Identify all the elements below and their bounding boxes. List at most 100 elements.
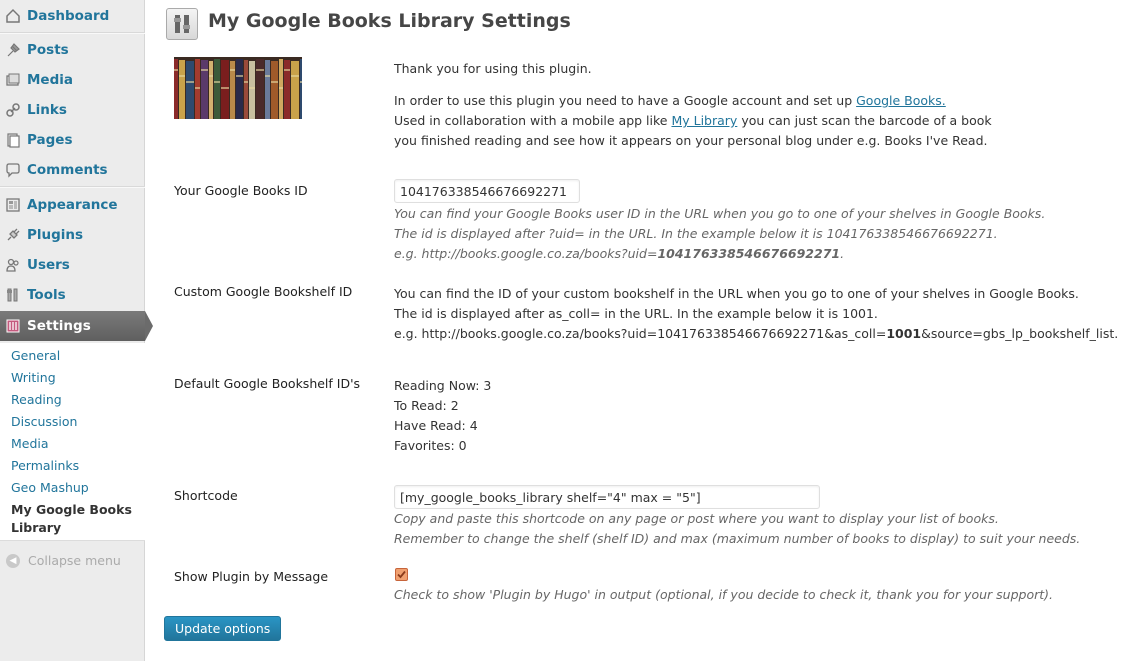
book-spine: [256, 59, 264, 119]
menu-pages[interactable]: Pages: [0, 125, 145, 155]
books-id-desc-1: You can find your Google Books user ID i…: [394, 206, 1046, 221]
book-spine: [300, 59, 305, 119]
menu-label: Tools: [27, 287, 66, 303]
submenu-my-google-books-library[interactable]: My Google Books Library: [11, 501, 141, 537]
submenu-reading[interactable]: Reading: [11, 391, 62, 409]
submenu-geo-mashup[interactable]: Geo Mashup: [11, 479, 89, 497]
intro-line-2: Used in collaboration with a mobile app …: [394, 113, 992, 128]
submenu-permalinks[interactable]: Permalinks: [11, 457, 79, 475]
custom-shelf-line-1: You can find the ID of your custom books…: [394, 286, 1079, 301]
books-id-desc-2: The id is displayed after ?uid= in the U…: [394, 226, 998, 241]
menu-label: Links: [27, 102, 67, 118]
shortcode-input[interactable]: [394, 485, 820, 509]
menu-label: Pages: [27, 132, 73, 148]
comments-icon: [5, 162, 21, 178]
pages-icon: [5, 132, 21, 148]
menu-label: Plugins: [27, 227, 84, 243]
book-spine: [209, 61, 213, 121]
book-spine-band: [271, 81, 278, 83]
menu-links[interactable]: Links: [0, 95, 145, 125]
menu-label: Comments: [27, 162, 108, 178]
links-icon: [5, 102, 21, 118]
intro-line-3: you finished reading and see how it appe…: [394, 133, 988, 148]
book-spine-band: [284, 69, 290, 71]
book-spine: [265, 60, 270, 120]
dashboard-icon: [5, 8, 21, 24]
book-spine-band: [174, 69, 178, 71]
submenu-discussion[interactable]: Discussion: [11, 413, 77, 431]
tools-icon: [5, 287, 21, 303]
my-library-link[interactable]: My Library: [671, 113, 737, 128]
book-spine: [174, 59, 178, 119]
book-spine-band: [186, 81, 194, 83]
menu-comments[interactable]: Comments: [0, 155, 145, 185]
intro-line-2-prefix: Used in collaboration with a mobile app …: [394, 113, 672, 128]
collapse-menu-button[interactable]: ◀ Collapse menu: [6, 553, 121, 568]
submenu-general[interactable]: General: [11, 347, 60, 365]
custom-shelf-line-3: e.g. http://books.google.co.za/books?uid…: [394, 326, 1118, 341]
menu-dashboard[interactable]: Dashboard: [0, 1, 145, 31]
settings-icon: [5, 318, 21, 334]
book-spine-band: [300, 81, 305, 83]
thanks-text: Thank you for using this plugin.: [394, 61, 592, 76]
submenu-writing[interactable]: Writing: [11, 369, 56, 387]
menu-label: Appearance: [27, 197, 118, 213]
book-spine-band: [244, 81, 248, 83]
book-spine: [271, 61, 278, 121]
book-spine-band: [265, 75, 270, 77]
update-options-button[interactable]: Update options: [164, 616, 282, 641]
settings-sliders-icon: [166, 8, 198, 40]
menu-label: Users: [27, 257, 70, 273]
google-books-link[interactable]: Google Books.: [856, 93, 946, 108]
menu-label: Media: [27, 72, 73, 88]
shelf-favorites: Favorites: 0: [394, 438, 467, 453]
settings-submenu: General Writing Reading Discussion Media…: [0, 343, 145, 541]
menu-label: Settings: [27, 318, 91, 334]
menu-settings[interactable]: Settings: [0, 311, 153, 341]
book-spine: [291, 61, 299, 121]
book-spine-band: [279, 87, 283, 89]
posts-pin-icon: [5, 42, 21, 58]
book-spine: [249, 61, 255, 121]
default-shelves-label: Default Google Bookshelf ID's: [174, 376, 361, 391]
book-spine-band: [256, 69, 264, 71]
submenu-media[interactable]: Media: [11, 435, 49, 453]
media-icon: [5, 72, 21, 88]
book-spine-band: [249, 87, 255, 89]
menu-posts[interactable]: Posts: [0, 35, 145, 65]
menu-label: Posts: [27, 42, 69, 58]
google-books-id-input[interactable]: [394, 179, 580, 203]
menu-users[interactable]: Users: [0, 250, 145, 280]
books-id-example-prefix: e.g. http://books.google.co.za/books?uid…: [394, 246, 658, 261]
page-title: My Google Books Library Settings: [208, 10, 571, 32]
custom-shelf-label: Custom Google Bookshelf ID: [174, 284, 353, 299]
shortcode-desc-1: Copy and paste this shortcode on any pag…: [394, 511, 999, 526]
menu-tools[interactable]: Tools: [0, 280, 145, 310]
books-id-example-suffix: .: [840, 246, 845, 261]
admin-sidebar: Dashboard Posts Media Links Pages Commen…: [0, 0, 153, 661]
books-id-example-bold: 104176338546676692271: [657, 246, 841, 261]
checkmark-icon: [397, 570, 406, 579]
show-plugin-checkbox[interactable]: [395, 568, 408, 581]
show-plugin-label: Show Plugin by Message: [174, 569, 329, 584]
collapse-menu-label: Collapse menu: [28, 553, 121, 568]
book-spine-band: [291, 75, 299, 77]
collapse-arrow-icon: ◀: [6, 553, 20, 568]
book-spine-band: [179, 75, 185, 77]
shelf-reading-now: Reading Now: 3: [394, 378, 492, 393]
shortcode-label: Shortcode: [174, 488, 238, 503]
shelf-have-read: Have Read: 4: [394, 418, 478, 433]
book-spine: [214, 59, 220, 119]
intro-line-1: In order to use this plugin you need to …: [394, 93, 946, 108]
custom-shelf-line-2: The id is displayed after as_coll= in th…: [394, 306, 878, 321]
users-icon: [5, 257, 21, 273]
menu-appearance[interactable]: Appearance: [0, 190, 145, 220]
menu-plugins[interactable]: Plugins: [0, 220, 145, 250]
book-spine-band: [230, 69, 235, 71]
book-spine: [236, 59, 243, 119]
book-spine-band: [214, 81, 220, 83]
shortcode-desc-2: Remember to change the shelf (shelf ID) …: [394, 531, 1081, 546]
show-plugin-desc: Check to show 'Plugin by Hugo' in output…: [394, 587, 1053, 602]
menu-media[interactable]: Media: [0, 65, 145, 95]
menu-separator: [0, 32, 145, 34]
